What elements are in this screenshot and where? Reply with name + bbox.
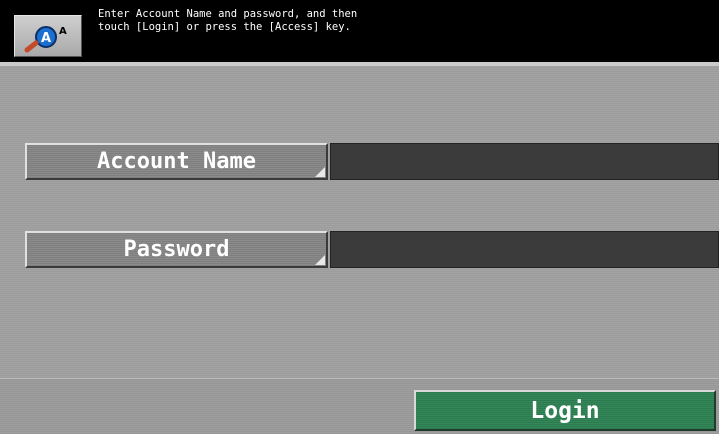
corner-indicator-icon — [315, 255, 325, 265]
header-bar: A A Enter Account Name and password, and… — [0, 0, 719, 62]
magnifier-zoom-icon: A A — [24, 26, 67, 53]
account-name-field[interactable] — [330, 143, 719, 180]
login-label: Login — [530, 397, 600, 424]
zoom-button[interactable]: A A — [14, 15, 82, 57]
password-label: Password — [123, 237, 230, 262]
password-field[interactable] — [330, 231, 719, 268]
instruction-message: Enter Account Name and password, and the… — [98, 8, 357, 34]
instruction-line-1: Enter Account Name and password, and the… — [98, 8, 358, 20]
account-name-label: Account Name — [97, 149, 256, 174]
password-button[interactable]: Password — [25, 231, 328, 268]
corner-indicator-icon — [315, 167, 325, 177]
svg-text:A: A — [41, 31, 51, 46]
account-name-button[interactable]: Account Name — [25, 143, 328, 180]
login-button[interactable]: Login — [414, 390, 716, 431]
instruction-line-2: touch [Login] or press the [Access] key. — [98, 21, 351, 33]
svg-text:A: A — [59, 26, 67, 37]
